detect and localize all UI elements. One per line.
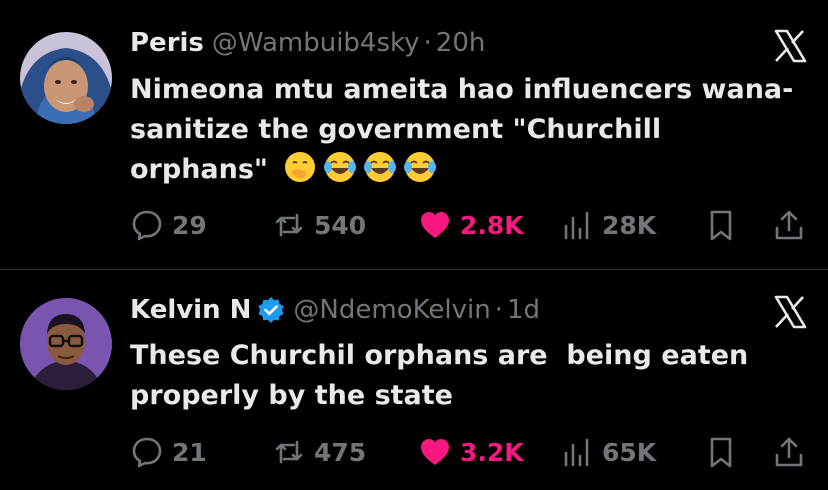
reply-button[interactable]: 21	[130, 432, 207, 472]
tweet[interactable]: Kelvin N @NdemoKelvin · 1d These Churchi…	[0, 0, 828, 468]
verified-badge-icon	[257, 296, 285, 324]
separator-dot: ·	[494, 295, 503, 325]
tweet-body: These Churchil orphans are being eaten p…	[130, 336, 800, 416]
like-count: 3.2K	[460, 437, 524, 467]
like-button[interactable]: 3.2K	[418, 432, 524, 472]
reply-icon	[130, 435, 164, 469]
author-name[interactable]: Kelvin N	[130, 292, 251, 328]
avatar[interactable]	[20, 298, 112, 390]
share-button[interactable]	[772, 432, 806, 472]
reply-count: 21	[172, 437, 207, 467]
bookmark-button[interactable]	[704, 432, 738, 472]
tweet-divider	[0, 269, 828, 270]
author-handle[interactable]: @NdemoKelvin	[293, 292, 490, 328]
views-button[interactable]: 65K	[560, 432, 656, 472]
tweet-header: Kelvin N @NdemoKelvin · 1d	[130, 292, 540, 328]
share-icon	[772, 435, 806, 469]
views-count: 65K	[602, 437, 657, 467]
repost-count: 475	[314, 437, 367, 467]
heart-icon	[418, 435, 452, 469]
repost-button[interactable]: 475	[272, 432, 366, 472]
tweet-text: These Churchil orphans are being eaten p…	[130, 340, 758, 411]
views-icon	[560, 435, 594, 469]
repost-icon	[272, 435, 306, 469]
x-logo-icon[interactable]	[772, 294, 808, 330]
tweet-actions: 21 475 3.2K 65K	[0, 432, 828, 472]
tweet-timestamp[interactable]: 1d	[507, 292, 540, 328]
bookmark-icon	[704, 435, 738, 469]
